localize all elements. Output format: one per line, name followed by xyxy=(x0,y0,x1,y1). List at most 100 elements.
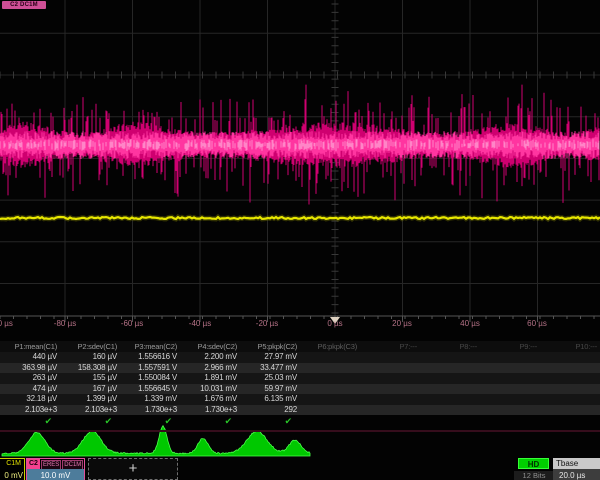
measurement-value: 363.98 µV xyxy=(0,363,60,374)
measurement-header-p9[interactable]: P9:--- xyxy=(480,341,540,352)
time-axis-label: 60 µs xyxy=(527,319,547,328)
measurement-value: 1.556645 V xyxy=(120,384,180,395)
measurement-value: 25.03 mV xyxy=(240,373,300,384)
measurement-header-row: P1:mean(C1)P2:sdev(C1)P3:mean(C2)P4:sdev… xyxy=(0,341,600,352)
measurement-value xyxy=(540,394,600,405)
measurement-value xyxy=(300,363,360,374)
measurement-value: 158.308 µV xyxy=(60,363,120,374)
oscilloscope-screen: C2 DC1M -100 µs-80 µs-60 µs-40 µs-20 µs0… xyxy=(0,0,600,480)
measurement-value xyxy=(360,352,420,363)
measurement-value xyxy=(300,384,360,395)
measurement-value xyxy=(480,352,540,363)
measurement-row: 474 µV167 µV1.556645 V10.031 mV59.97 mV xyxy=(0,384,600,395)
channel2-descriptor-header: C2 ERES DC1M xyxy=(27,459,84,469)
measurement-row: 2.103e+32.103e+31.730e+31.730e+3292 xyxy=(0,405,600,416)
measurement-value: 1.556616 V xyxy=(120,352,180,363)
channel2-eres-tag: ERES xyxy=(41,460,61,470)
measurement-value: 1.550084 V xyxy=(120,373,180,384)
measurement-value: 440 µV xyxy=(0,352,60,363)
measurement-value xyxy=(420,352,480,363)
channel2-descriptor[interactable]: C2 ERES DC1M 10.0 mV xyxy=(26,458,85,480)
hd-mode-badge[interactable]: HD xyxy=(518,458,549,469)
measurement-header-p1[interactable]: P1:mean(C1) xyxy=(0,341,60,352)
measurement-value xyxy=(540,405,600,416)
timebase-descriptor[interactable]: Tbase 20.0 µs xyxy=(553,458,600,480)
measurement-header-p2[interactable]: P2:sdev(C1) xyxy=(60,341,120,352)
measurement-value xyxy=(300,394,360,405)
measurement-value: 1.730e+3 xyxy=(120,405,180,416)
measurement-value xyxy=(360,394,420,405)
measurement-row: 363.98 µV158.308 µV1.557591 V2.966 mV33.… xyxy=(0,363,600,374)
measurement-value xyxy=(420,405,480,416)
channel1-coupling-tag: C1M xyxy=(6,460,21,467)
measurement-value xyxy=(420,394,480,405)
channel2-coupling-tag: DC1M xyxy=(62,460,83,470)
measurement-value xyxy=(540,384,600,395)
measurement-value xyxy=(360,373,420,384)
measurement-value: 33.477 mV xyxy=(240,363,300,374)
trace-annotation-badge: C2 DC1M xyxy=(2,1,46,9)
time-axis-label: 20 µs xyxy=(392,319,412,328)
measurement-value: 2.200 mV xyxy=(180,352,240,363)
time-axis-label: -60 µs xyxy=(121,319,143,328)
measurement-header-p10[interactable]: P10:--- xyxy=(540,341,600,352)
measurement-value xyxy=(360,384,420,395)
measurement-value xyxy=(300,405,360,416)
measurement-value: 1.676 mV xyxy=(180,394,240,405)
measurement-value: 263 µV xyxy=(0,373,60,384)
measurement-value xyxy=(540,352,600,363)
measurement-row: 440 µV160 µV1.556616 V2.200 mV27.97 mV xyxy=(0,352,600,363)
time-axis-label: 40 µs xyxy=(460,319,480,328)
measurement-value xyxy=(480,394,540,405)
measurement-header-p6[interactable]: P6:pkpk(C3) xyxy=(300,341,360,352)
timebase-label: Tbase xyxy=(553,458,600,469)
measurement-value: 2.966 mV xyxy=(180,363,240,374)
measurement-value xyxy=(300,373,360,384)
measurement-value: 1.339 mV xyxy=(120,394,180,405)
measurement-value: 155 µV xyxy=(60,373,120,384)
channel1-descriptor[interactable]: C1M 0 mV xyxy=(0,458,25,480)
measurement-value: 474 µV xyxy=(0,384,60,395)
add-trace-button[interactable]: + xyxy=(88,458,178,480)
channel2-badge: C2 xyxy=(27,459,40,469)
time-axis-label: -100 µs xyxy=(0,319,13,328)
measurement-value xyxy=(480,373,540,384)
measurement-value xyxy=(420,363,480,374)
status-check-icon: ✔ xyxy=(0,415,60,427)
measurement-table: P1:mean(C1)P2:sdev(C1)P3:mean(C2)P4:sdev… xyxy=(0,341,600,427)
status-check-icon: ✔ xyxy=(240,415,300,427)
measurement-value: 2.103e+3 xyxy=(60,405,120,416)
measurement-value: 167 µV xyxy=(60,384,120,395)
time-axis-label: -80 µs xyxy=(54,319,76,328)
channel1-scale-value: 0 mV xyxy=(4,471,23,480)
measurement-value: 1.891 mV xyxy=(180,373,240,384)
measurement-value xyxy=(360,363,420,374)
measurement-header-p5[interactable]: P5:pkpk(C2) xyxy=(240,341,300,352)
measurement-row: 263 µV155 µV1.550084 V1.891 mV25.03 mV xyxy=(0,373,600,384)
measurement-row: 32.18 µV1.399 µV1.339 mV1.676 mV6.135 mV xyxy=(0,394,600,405)
plus-icon: + xyxy=(129,460,138,477)
measurement-value: 27.97 mV xyxy=(240,352,300,363)
status-check-icon: ✔ xyxy=(120,415,180,427)
measurement-value: 160 µV xyxy=(60,352,120,363)
time-axis-label: -40 µs xyxy=(189,319,211,328)
measurement-header-p7[interactable]: P7:--- xyxy=(360,341,420,352)
measurement-value: 32.18 µV xyxy=(0,394,60,405)
status-check-empty xyxy=(300,415,360,427)
measurement-status-row: ✔✔✔✔✔ xyxy=(0,415,600,427)
measurement-header-p4[interactable]: P4:sdev(C2) xyxy=(180,341,240,352)
time-axis-labels: -100 µs-80 µs-60 µs-40 µs-20 µs0 µs20 µs… xyxy=(0,319,600,331)
measurement-header-p3[interactable]: P3:mean(C2) xyxy=(120,341,180,352)
measurement-value: 292 xyxy=(240,405,300,416)
measurement-header-p8[interactable]: P8:--- xyxy=(420,341,480,352)
measurement-value xyxy=(480,384,540,395)
measurement-value xyxy=(480,363,540,374)
status-check-empty xyxy=(360,415,420,427)
status-check-empty xyxy=(480,415,540,427)
measurement-value: 10.031 mV xyxy=(180,384,240,395)
hd-resolution-label: 12 Bits xyxy=(514,471,554,480)
measurement-value xyxy=(540,373,600,384)
status-check-icon: ✔ xyxy=(60,415,120,427)
status-check-empty xyxy=(420,415,480,427)
measurement-value: 2.103e+3 xyxy=(0,405,60,416)
